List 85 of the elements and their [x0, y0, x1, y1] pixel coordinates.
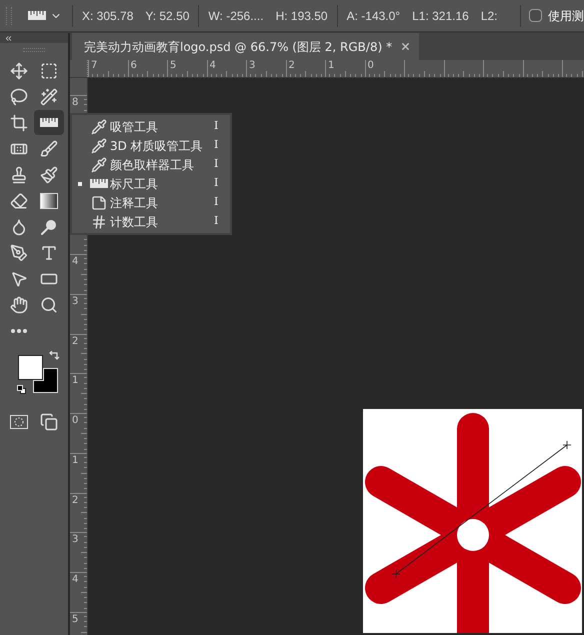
move-icon: [10, 62, 28, 80]
screen-mode-icon: [40, 413, 58, 431]
ruler-icon: [28, 11, 46, 20]
menu-item-label: 颜色取样器工具: [110, 156, 195, 174]
menu-item[interactable]: 吸管工具 I: [72, 117, 230, 136]
ruler-icon: [90, 179, 108, 188]
ruler-label: 2: [72, 336, 78, 346]
ruler-label: 8: [72, 98, 78, 108]
measure-readout: L1: 321.16: [412, 8, 469, 24]
ruler-label: 2: [72, 496, 78, 506]
shortcut-label: I: [214, 194, 220, 210]
ruler-label: 7: [91, 61, 98, 71]
ruler-label: 6: [130, 61, 137, 71]
ruler-label: 4: [72, 257, 78, 267]
menu-item[interactable]: 3D 材质吸管工具 I: [72, 136, 230, 155]
more-tools-icon: [11, 328, 27, 332]
eyedropper-icon: [91, 138, 107, 154]
swap-colors-icon[interactable]: [49, 351, 60, 362]
menu-item[interactable]: 标尺工具 I: [72, 174, 230, 193]
ruler-label: 5: [170, 61, 176, 71]
measure-readout: W: -256....: [208, 8, 264, 24]
checkbox-label: 使用测: [548, 8, 584, 24]
collapse-icon[interactable]: [4, 34, 13, 42]
default-colors-icon[interactable]: [17, 385, 26, 394]
ruler-label: 1: [72, 456, 78, 466]
marquee-icon: [40, 62, 58, 80]
selected-bullet-icon: [78, 182, 82, 186]
dodge-icon: [40, 218, 58, 236]
pointer-icon: [10, 270, 28, 288]
menu-item-label: 标尺工具: [110, 176, 159, 192]
measure-readout: Y: 52.50: [145, 8, 190, 24]
menu-item[interactable]: 颜色取样器工具 I: [72, 155, 230, 174]
ruler-label: 1: [72, 376, 78, 386]
measure-readout: X: 305.78: [82, 8, 134, 24]
ruler-label: 0: [72, 416, 78, 426]
close-icon[interactable]: [400, 41, 412, 52]
stamp-icon: [10, 166, 28, 184]
count-icon: [91, 214, 107, 230]
shortcut-label: I: [214, 175, 220, 192]
ruler-label: 1: [328, 61, 334, 71]
background-swatch[interactable]: [33, 368, 58, 393]
measure-readout: L2:: [480, 8, 498, 24]
ruler-label: 3: [72, 535, 78, 546]
history-brush-icon: [40, 166, 58, 184]
magic-wand-icon: [40, 88, 58, 106]
hand-icon: [10, 296, 28, 314]
menu-item[interactable]: 计数工具 I: [72, 212, 230, 231]
menu-item-label: 计数工具: [110, 214, 159, 230]
lasso-icon: [10, 88, 28, 106]
menu-item-label: 注释工具: [110, 194, 159, 212]
type-icon: [40, 244, 58, 262]
measure-readout: H: 193.50: [276, 8, 328, 24]
menu-item-label: 3D 材质吸管工具: [110, 138, 204, 154]
smudge-icon: [10, 218, 28, 236]
menu-item-label: 吸管工具: [110, 118, 159, 136]
shortcut-label: I: [214, 156, 220, 172]
menu-item[interactable]: 注释工具 I: [72, 193, 230, 212]
eyedropper-icon: [91, 156, 107, 172]
ruler-label: 5: [72, 614, 78, 625]
gradient-icon: [40, 192, 58, 208]
ruler-label: 0: [368, 61, 374, 71]
ruler-icon: [40, 118, 58, 127]
measure-line[interactable]: [392, 440, 572, 578]
brush-icon: [40, 140, 58, 158]
measure-readout: A: -143.0°: [346, 8, 400, 24]
note-icon: [91, 194, 107, 210]
quick-mask-icon: [10, 415, 28, 429]
shortcut-label: I: [214, 213, 220, 230]
crop-icon: [10, 114, 28, 132]
shortcut-label: I: [214, 118, 220, 134]
shortcut-label: I: [214, 137, 220, 154]
ruler-label: 3: [72, 296, 78, 307]
document-tab-title: 完美动力动画教育logo.psd @ 66.7% (图层 2, RGB/8) *: [84, 38, 392, 56]
ruler-label: 3: [249, 61, 256, 71]
eraser-icon: [10, 192, 28, 210]
ruler-label: 4: [72, 575, 78, 585]
zoom-icon: [40, 296, 58, 314]
tool-button[interactable]: [34, 110, 64, 135]
foreground-swatch[interactable]: [18, 355, 43, 380]
eyedropper-icon: [91, 118, 107, 134]
document-tab[interactable]: 完美动力动画教育logo.psd @ 66.7% (图层 2, RGB/8) *: [72, 33, 420, 60]
pen-icon: [10, 244, 28, 262]
ruler-label: 4: [210, 61, 216, 71]
checkbox[interactable]: [529, 9, 542, 22]
ruler-label: 2: [288, 61, 295, 71]
